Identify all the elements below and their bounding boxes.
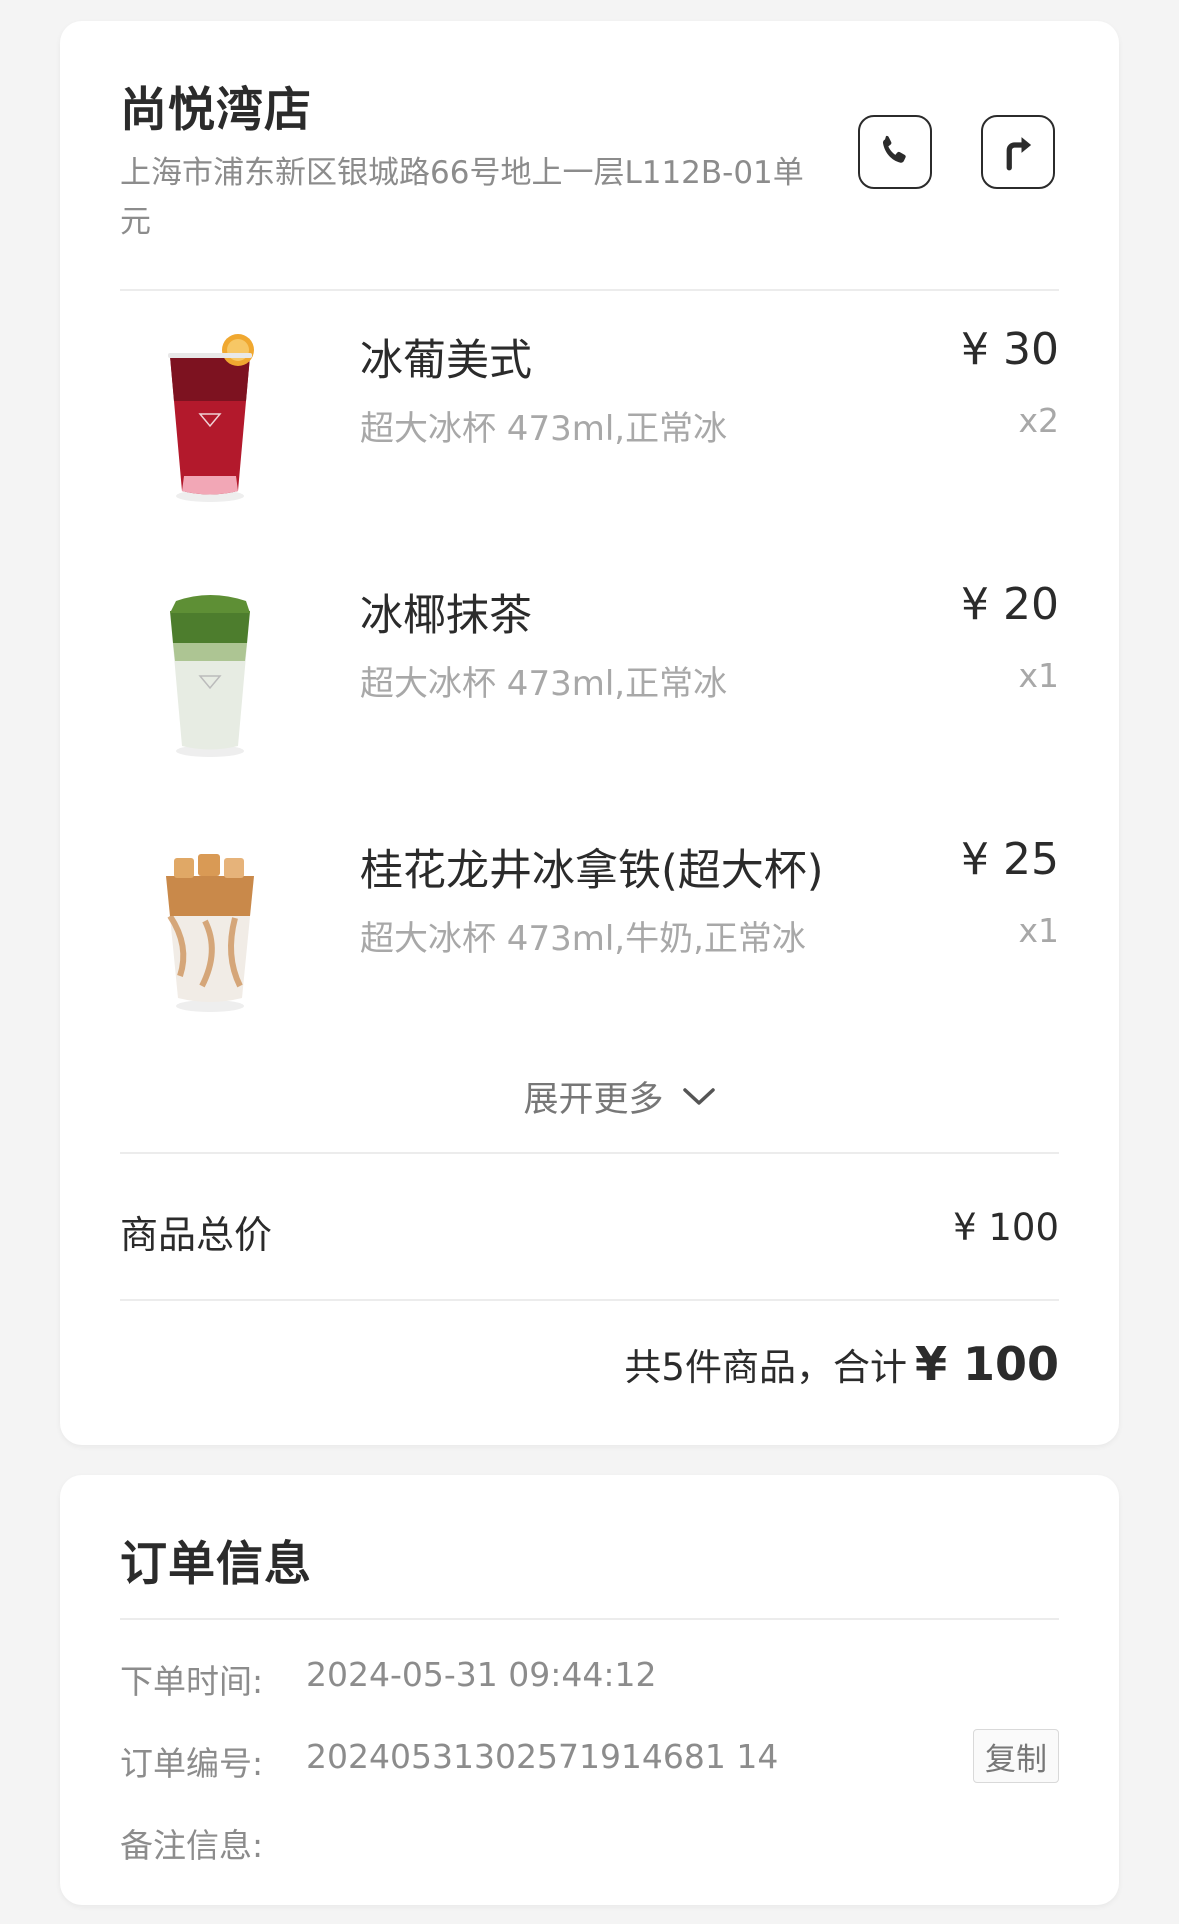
order-summary: 共5件商品，合计 ¥ 100 [624, 1337, 1059, 1391]
order-info-card: 订单信息 下单时间: 2024-05-31 09:44:12 订单编号: 202… [60, 1475, 1119, 1905]
store-name: 尚悦湾店 [120, 83, 312, 138]
expand-more-label: 展开更多 [523, 1080, 664, 1120]
order-items-card: 尚悦湾店 上海市浦东新区银城路66号地上一层L112B-01单元 冰葡美式 超大… [60, 21, 1119, 1445]
item-price: ¥ 30 [961, 324, 1059, 375]
divider [120, 1152, 1059, 1154]
order-time-value: 2024-05-31 09:44:12 [306, 1655, 657, 1694]
subtotal-value: ¥ 100 [953, 1206, 1059, 1249]
item-price: ¥ 20 [961, 579, 1059, 630]
navigate-button[interactable] [981, 115, 1055, 189]
chevron-down-icon [682, 1087, 715, 1105]
item-name: 桂花龙井冰拿铁(超大杯) [360, 846, 824, 896]
order-item[interactable]: 冰椰抹茶 超大冰杯 473ml,正常冰 ¥ 20 x1 [60, 579, 1119, 801]
directions-icon [1006, 137, 1032, 171]
order-number-label: 订单编号: [120, 1744, 264, 1783]
divider [120, 289, 1059, 291]
osmanthus-longjing-latte-image [166, 854, 254, 1012]
item-name: 冰椰抹茶 [360, 591, 532, 641]
item-quantity: x2 [1018, 401, 1059, 440]
summary-total: ¥ 100 [914, 1337, 1059, 1391]
call-store-button[interactable] [858, 115, 932, 189]
store-address: 上海市浦东新区银城路66号地上一层L112B-01单元 [120, 155, 804, 240]
expand-more-button[interactable]: 展开更多 [60, 1071, 1119, 1122]
order-item[interactable]: 桂花龙井冰拿铁(超大杯) 超大冰杯 473ml,牛奶,正常冰 ¥ 25 x1 [60, 834, 1119, 1056]
item-name: 冰葡美式 [360, 336, 532, 386]
order-number-value: 20240531302571914681 14 [306, 1737, 779, 1776]
item-quantity: x1 [1018, 656, 1059, 695]
item-spec: 超大冰杯 473ml,正常冰 [360, 409, 728, 449]
order-info-title: 订单信息 [120, 1537, 312, 1592]
order-time-label: 下单时间: [120, 1662, 264, 1701]
subtotal-label: 商品总价 [120, 1213, 273, 1257]
divider [120, 1299, 1059, 1301]
remark-label: 备注信息: [120, 1826, 264, 1865]
summary-text: 共5件商品，合计 [624, 1346, 907, 1389]
item-spec: 超大冰杯 473ml,正常冰 [360, 664, 728, 704]
item-quantity: x1 [1018, 911, 1059, 950]
iced-coconut-matcha-image [170, 595, 250, 757]
copy-order-number-button[interactable]: 复制 [973, 1729, 1059, 1783]
order-item[interactable]: 冰葡美式 超大冰杯 473ml,正常冰 ¥ 30 x2 [60, 324, 1119, 546]
divider [120, 1618, 1059, 1620]
item-spec: 超大冰杯 473ml,牛奶,正常冰 [360, 919, 806, 959]
phone-icon [882, 135, 906, 163]
iced-grape-americano-image [168, 334, 254, 502]
item-price: ¥ 25 [961, 834, 1059, 885]
